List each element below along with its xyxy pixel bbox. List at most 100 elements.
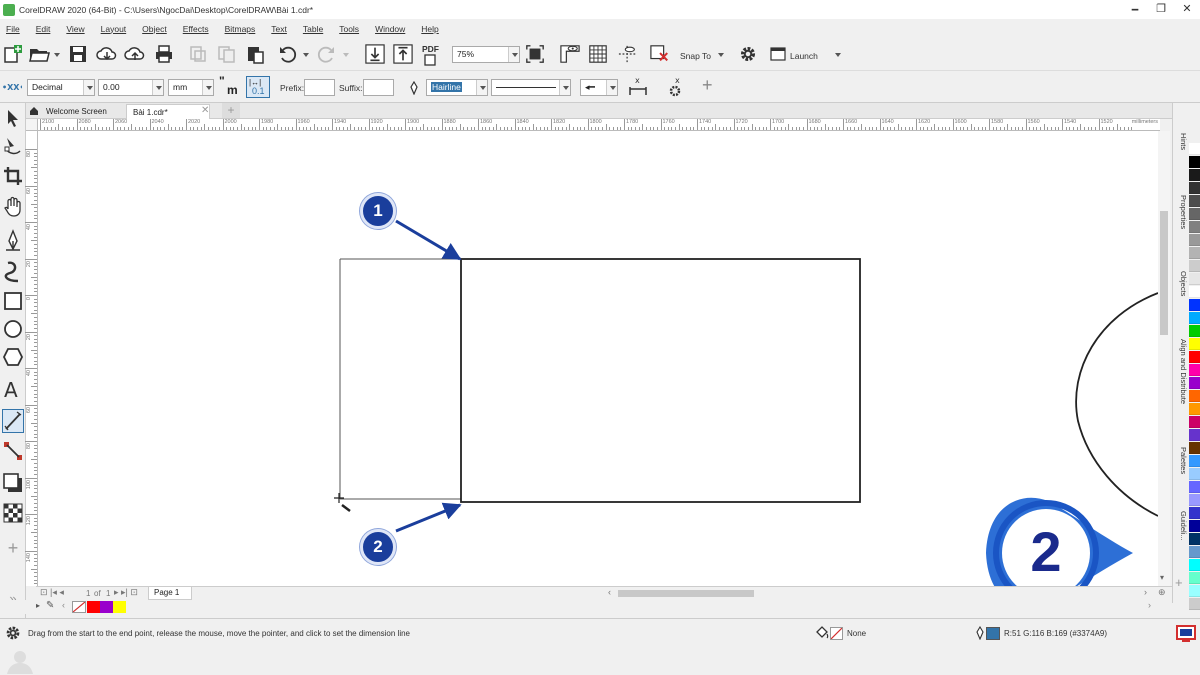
redo-dropdown-caret-icon[interactable]	[343, 53, 349, 57]
palette-swatch[interactable]	[1189, 169, 1200, 181]
cloud-download-icon[interactable]	[96, 44, 118, 64]
launch-label[interactable]: Launch	[790, 51, 818, 61]
launch-caret-icon[interactable]	[835, 53, 841, 57]
menu-text[interactable]: Text	[271, 24, 287, 34]
no-color-swatch[interactable]	[72, 601, 86, 613]
copy-icon[interactable]	[216, 44, 236, 64]
palette-swatch[interactable]	[1189, 143, 1200, 155]
zoom-icon[interactable]: ⊕	[1158, 587, 1166, 598]
minimize-button[interactable]: 🗕	[1122, 0, 1148, 19]
menu-effects[interactable]: Effects	[183, 24, 209, 34]
menu-table[interactable]: Table	[303, 24, 323, 34]
zoom-level-select[interactable]: 75%	[452, 46, 520, 63]
transparency-tool-icon[interactable]	[2, 501, 24, 525]
undo-dropdown-caret-icon[interactable]	[303, 53, 309, 57]
menu-bitmaps[interactable]: Bitmaps	[225, 24, 256, 34]
text-position-icon[interactable]: x	[627, 75, 649, 99]
alignment-guides-icon[interactable]	[648, 44, 672, 64]
menu-object[interactable]: Object	[142, 24, 167, 34]
text-tool-icon[interactable]: A	[2, 377, 24, 401]
palette-swatch[interactable]	[1189, 481, 1200, 493]
scroll-right-icon[interactable]: ›	[1144, 587, 1147, 597]
crop-tool-icon[interactable]	[2, 165, 24, 189]
show-rulers-icon[interactable]	[558, 44, 582, 64]
scroll-left-icon[interactable]: ‹	[608, 587, 611, 597]
units-select[interactable]: mm	[168, 79, 214, 96]
doc-color-yellow[interactable]	[113, 601, 126, 613]
palette-swatch[interactable]	[1189, 377, 1200, 389]
menu-view[interactable]: View	[66, 24, 84, 34]
drawing-canvas[interactable]: 1 2 2	[38, 131, 1158, 586]
page-tab[interactable]: Page 1	[148, 587, 192, 600]
show-units-button[interactable]: " m	[218, 74, 242, 98]
palette-swatch[interactable]	[1189, 390, 1200, 402]
palette-swatch[interactable]	[1189, 403, 1200, 415]
status-gear-icon[interactable]	[4, 624, 22, 642]
menu-edit[interactable]: Edit	[36, 24, 51, 34]
palette-swatch[interactable]	[1189, 364, 1200, 376]
publish-pdf-label[interactable]: PDF	[422, 44, 439, 54]
artistic-media-tool-icon[interactable]	[2, 259, 24, 283]
palette-swatch[interactable]	[1189, 598, 1200, 610]
docker-tab-align-distribute[interactable]: Align and Distribute	[1175, 339, 1188, 404]
palette-swatch[interactable]	[1189, 247, 1200, 259]
palette-swatch[interactable]	[1189, 325, 1200, 337]
cut-icon[interactable]	[188, 44, 208, 64]
palette-scroll-left-icon[interactable]: ‹	[62, 600, 65, 610]
suffix-input[interactable]	[363, 79, 394, 96]
drop-shadow-tool-icon[interactable]	[2, 471, 24, 495]
docker-tab-guidelines[interactable]: Guideli...	[1175, 511, 1188, 541]
arrowhead-select[interactable]: ◂━	[580, 79, 618, 96]
new-tab-plus-icon[interactable]: +	[222, 103, 240, 118]
add-docker-plus-icon[interactable]: +	[1175, 575, 1183, 590]
pan-tool-icon[interactable]	[2, 195, 24, 219]
export-icon[interactable]	[392, 44, 414, 64]
show-grid-icon[interactable]	[587, 44, 609, 64]
palette-swatch[interactable]	[1189, 416, 1200, 428]
palette-swatch[interactable]	[1189, 208, 1200, 220]
palette-swatch[interactable]	[1189, 572, 1200, 584]
palette-swatch[interactable]	[1189, 195, 1200, 207]
palette-swatch[interactable]	[1189, 299, 1200, 311]
eyedropper-icon[interactable]: ✎	[46, 600, 54, 611]
docker-tab-hints[interactable]: Hints	[1175, 133, 1188, 150]
docker-tab-properties[interactable]: Properties	[1175, 195, 1188, 229]
precision-select[interactable]: 0.00	[98, 79, 164, 96]
new-document-icon[interactable]	[3, 44, 23, 64]
home-icon[interactable]	[29, 106, 39, 116]
tab-close-icon[interactable]: ✕	[201, 105, 209, 116]
palette-swatch[interactable]	[1189, 507, 1200, 519]
scroll-down-icon[interactable]: ▾	[1160, 573, 1164, 582]
open-folder-icon[interactable]	[28, 44, 50, 64]
palette-swatch[interactable]	[1189, 442, 1200, 454]
vertical-ruler[interactable]: 80 60 40 20 0 20 40 60 80 100 120 140	[25, 119, 38, 586]
snap-to-label[interactable]: Snap To	[680, 51, 711, 61]
launch-icon[interactable]	[770, 46, 786, 62]
connector-tool-icon[interactable]	[2, 439, 24, 463]
docker-tab-palettes[interactable]: Palettes	[1175, 447, 1188, 474]
palette-swatch[interactable]	[1189, 455, 1200, 467]
palette-swatch[interactable]	[1189, 585, 1200, 597]
palette-swatch[interactable]	[1189, 156, 1200, 168]
full-screen-preview-icon[interactable]	[524, 44, 546, 64]
outline-pen-icon[interactable]	[409, 81, 419, 95]
palette-swatch[interactable]	[1189, 429, 1200, 441]
palette-swatch[interactable]	[1189, 494, 1200, 506]
palette-swatch[interactable]	[1189, 286, 1200, 298]
vertical-scroll-thumb[interactable]	[1160, 211, 1168, 335]
add-tool-plus-icon[interactable]: +	[2, 537, 24, 561]
palette-swatch[interactable]	[1189, 273, 1200, 285]
palette-swatch[interactable]	[1189, 312, 1200, 324]
menu-layout[interactable]: Layout	[101, 24, 127, 34]
freehand-tool-icon[interactable]	[2, 229, 24, 253]
paste-icon[interactable]	[245, 44, 265, 64]
ellipse-tool-icon[interactable]	[2, 317, 24, 341]
doc-color-purple[interactable]	[100, 601, 113, 613]
dimension-tool-button[interactable]	[2, 409, 24, 433]
palette-swatch[interactable]	[1189, 546, 1200, 558]
horizontal-ruler[interactable]: 2100 2080 2060 2040 2020 2000 1980 1960 1940 1920…	[36, 119, 1160, 131]
color-management-icon[interactable]	[1176, 625, 1196, 642]
pick-tool-icon[interactable]	[2, 107, 24, 131]
palette-scroll-right-icon[interactable]: ›	[1148, 600, 1151, 610]
line-style-select[interactable]	[491, 79, 571, 96]
